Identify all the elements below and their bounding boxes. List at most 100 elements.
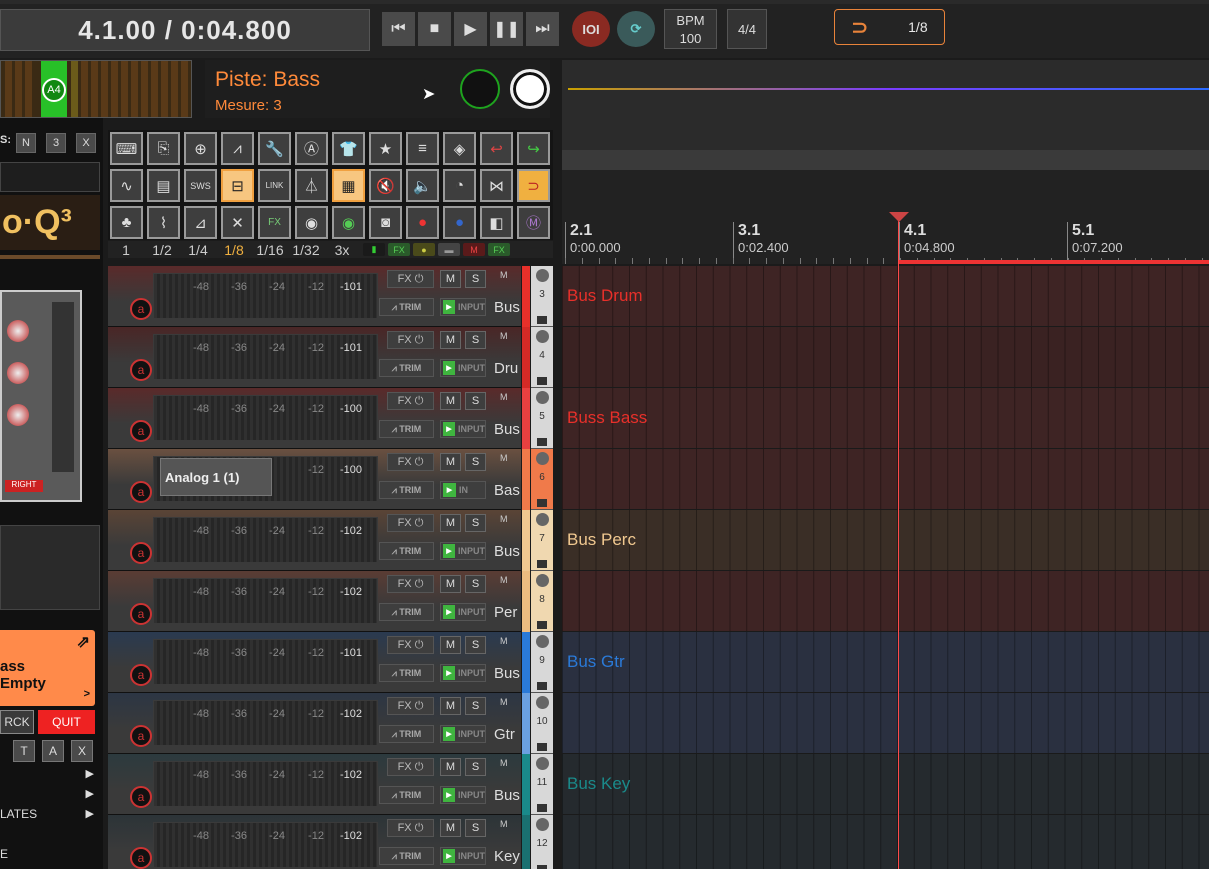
mute-button[interactable]: M <box>440 697 461 715</box>
folder-icon[interactable] <box>537 499 547 507</box>
ripple-icon[interactable]: ▦ <box>332 169 365 202</box>
track-number-column[interactable]: 10 <box>531 693 553 754</box>
solo-button[interactable]: S <box>465 758 486 776</box>
play-button[interactable]: ▶ <box>453 11 488 47</box>
phase-icon[interactable] <box>535 696 549 709</box>
solo-button[interactable]: S <box>465 819 486 837</box>
trim-button[interactable]: ⩘ TRIM <box>379 542 434 560</box>
solo-button[interactable]: S <box>465 331 486 349</box>
volume-readout[interactable]: -101 <box>340 281 362 293</box>
fx-button[interactable]: FX ⏻ <box>387 819 434 837</box>
pick-icon[interactable]: ◈ <box>443 132 476 165</box>
mute-button[interactable]: M <box>440 453 461 471</box>
playhead-marker[interactable] <box>889 212 909 222</box>
grid-1-2[interactable]: 1/2 <box>144 242 180 258</box>
track-name[interactable]: Key <box>494 848 521 865</box>
speaker-icon[interactable]: ◙ <box>369 206 402 239</box>
trim-button[interactable]: ⩘ TRIM <box>379 786 434 804</box>
folder-icon[interactable] <box>537 316 547 324</box>
solo-button[interactable]: S <box>465 514 486 532</box>
grid-3x[interactable]: 3x <box>324 242 360 258</box>
time-signature[interactable]: 4/4 <box>727 9 767 49</box>
lbx-icon[interactable]: ● <box>406 206 439 239</box>
phase-icon[interactable] <box>535 391 549 404</box>
mute-icon[interactable]: 🔇 <box>369 169 402 202</box>
record-arm-button[interactable]: a <box>130 664 152 686</box>
trim-button[interactable]: ⩘ TRIM <box>379 359 434 377</box>
grey-tag[interactable]: ▬ <box>438 243 460 256</box>
grid-1-16[interactable]: 1/16 <box>252 242 288 258</box>
knob-1[interactable] <box>7 320 29 342</box>
grid-1-4[interactable]: 1/4 <box>180 242 216 258</box>
track-control-panel[interactable]: a -48 -36 -24 -12 -102 FX ⏻ M S ⩘ TRIM ▶ INPUT M Bus <box>108 510 521 571</box>
fx-tag-2[interactable]: FX <box>488 243 510 256</box>
fx-button[interactable]: FX ⏻ <box>387 697 434 715</box>
input-button[interactable]: ▶ INPUT <box>440 664 486 682</box>
volume-readout[interactable]: -101 <box>340 647 362 659</box>
track-number-column[interactable]: 6 <box>531 449 553 510</box>
solo-button[interactable]: S <box>465 392 486 410</box>
menu-item-e[interactable]: E <box>0 847 100 865</box>
external-link-icon[interactable]: ⇗ <box>77 634 90 651</box>
record-arm-button[interactable]: a <box>130 847 152 869</box>
stretch-icon[interactable]: ⋈ <box>480 169 513 202</box>
track-lane[interactable] <box>562 815 1209 869</box>
volume-readout[interactable]: -101 <box>340 342 362 354</box>
phase-icon[interactable] <box>535 513 549 526</box>
close-icon[interactable]: ✕ <box>221 206 254 239</box>
trim-button[interactable]: ⩘ TRIM <box>379 298 434 316</box>
track-name[interactable]: Per <box>494 604 521 621</box>
menu-item-1[interactable]: ▶ <box>0 767 100 785</box>
record-button[interactable]: IOI <box>572 11 610 47</box>
fx-button[interactable]: FX ⏻ <box>387 758 434 776</box>
input-button[interactable]: ▶ INPUT <box>440 420 486 438</box>
fx-button[interactable]: FX ⏻ <box>387 636 434 654</box>
knob-3[interactable] <box>7 404 29 426</box>
trim-button[interactable]: ⩘ TRIM <box>379 664 434 682</box>
anarchy-icon[interactable]: Ⓐ <box>295 132 328 165</box>
phase-icon[interactable] <box>535 269 549 282</box>
yellow-tag[interactable]: ● <box>413 243 435 256</box>
keyboard-icon[interactable]: ⌨ <box>110 132 143 165</box>
input-button[interactable]: ▶ INPUT <box>440 359 486 377</box>
fx-tag-1[interactable]: FX <box>388 243 410 256</box>
volume-readout[interactable]: -102 <box>340 830 362 842</box>
phase-icon[interactable] <box>535 757 549 770</box>
x2-button[interactable]: X <box>71 740 93 762</box>
mute-button[interactable]: M <box>440 819 461 837</box>
record-arm-button[interactable]: a <box>130 603 152 625</box>
track-lane[interactable]: Bus Gtr <box>562 632 1209 693</box>
phase-icon[interactable] <box>535 330 549 343</box>
solo-icon[interactable]: 🔈 <box>406 169 439 202</box>
folder-icon[interactable] <box>537 682 547 690</box>
bpm-display[interactable]: BPM 100 <box>664 9 717 49</box>
stripes-icon[interactable]: ≡ <box>406 132 439 165</box>
fx-eye-icon[interactable]: FX <box>258 206 291 239</box>
action-panel[interactable]: ⇗ ass Empty > <box>0 630 95 706</box>
volume-readout[interactable]: -102 <box>340 525 362 537</box>
a-button[interactable]: A <box>42 740 64 762</box>
track-name[interactable]: Bus <box>494 421 521 438</box>
compass-icon[interactable]: ⩘ <box>221 132 254 165</box>
sws-icon[interactable]: SWS <box>184 169 217 202</box>
solo-button[interactable]: S <box>465 575 486 593</box>
fx-button[interactable]: FX ⏻ <box>387 453 434 471</box>
track-number-column[interactable]: 3 <box>531 266 553 327</box>
phase-icon[interactable] <box>535 574 549 587</box>
record-arm-button[interactable]: a <box>130 359 152 381</box>
input-button[interactable]: ▶ INPUT <box>440 298 486 316</box>
input-button[interactable]: ▶ INPUT <box>440 847 486 865</box>
record-arm-button[interactable]: a <box>130 786 152 808</box>
go-to-start-button[interactable]: ⏮ <box>381 11 416 47</box>
plugin-window[interactable]: RIGHT <box>0 290 82 502</box>
mute-button[interactable]: M <box>440 392 461 410</box>
rck-button[interactable]: RCK <box>0 710 34 734</box>
track-control-panel[interactable]: a -48 -36 -24 -12 -101 FX ⏻ M S ⩘ TRIM ▶ INPUT M Bus <box>108 266 521 327</box>
track-control-panel[interactable]: a -48 -36 -24 -12 -102 FX ⏻ M S ⩘ TRIM ▶ INPUT M Gtr <box>108 693 521 754</box>
m-menu-icon[interactable]: Ⓜ <box>517 206 550 239</box>
trim-button[interactable]: ⩘ TRIM <box>379 420 434 438</box>
mute-button[interactable]: M <box>440 575 461 593</box>
metronome-icon[interactable]: ⏃ <box>295 169 328 202</box>
playhead[interactable] <box>898 212 899 869</box>
white-circle-button[interactable] <box>510 69 550 109</box>
